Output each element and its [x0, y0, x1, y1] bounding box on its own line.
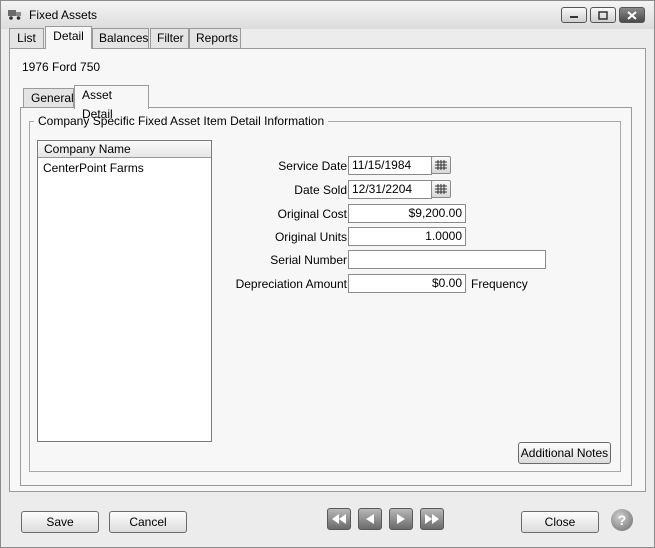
last-record-icon — [425, 514, 439, 524]
group-title: Company Specific Fixed Asset Item Detail… — [38, 114, 325, 128]
service-date-label: Service Date — [278, 159, 347, 173]
minimize-button[interactable] — [561, 7, 587, 23]
truck-icon — [8, 10, 21, 20]
next-record-button[interactable] — [389, 508, 413, 530]
minimize-icon — [570, 16, 578, 18]
tab-general[interactable]: General — [23, 88, 74, 108]
tab-filter[interactable]: Filter — [150, 28, 189, 48]
fixed-assets-window: Fixed Assets List Detail Balances Filter… — [0, 0, 655, 548]
frequency-label: Frequency — [471, 277, 528, 291]
title-bar: Fixed Assets — [1, 1, 654, 29]
cancel-button[interactable]: Cancel — [109, 511, 187, 533]
maximize-icon — [598, 10, 608, 20]
calendar-icon — [435, 160, 447, 170]
date-sold-label: Date Sold — [294, 183, 347, 197]
original-cost-field[interactable]: $9,200.00 — [348, 204, 466, 223]
depreciation-amount-field[interactable]: $0.00 — [348, 274, 466, 293]
close-window-button[interactable] — [619, 7, 645, 23]
tab-detail[interactable]: Detail — [45, 26, 92, 49]
save-button[interactable]: Save — [21, 511, 99, 533]
close-button[interactable]: Close — [521, 511, 599, 533]
date-sold-calendar-button[interactable] — [431, 180, 451, 198]
service-date-field[interactable]: 11/15/1984 — [348, 156, 432, 175]
next-record-icon — [397, 514, 405, 524]
close-icon — [627, 10, 637, 20]
tab-list[interactable]: List — [9, 28, 44, 48]
original-units-field[interactable]: 1.0000 — [348, 227, 466, 246]
help-icon[interactable]: ? — [611, 509, 633, 531]
asset-title: 1976 Ford 750 — [22, 60, 101, 74]
tab-balances[interactable]: Balances — [92, 28, 149, 48]
previous-record-button[interactable] — [358, 508, 382, 530]
first-record-button[interactable] — [327, 508, 351, 530]
depreciation-amount-label: Depreciation Amount — [235, 277, 347, 291]
date-sold-field[interactable]: 12/31/2204 — [348, 180, 432, 199]
column-header-company-name[interactable]: Company Name — [38, 141, 211, 158]
calendar-icon — [435, 184, 447, 194]
tab-reports[interactable]: Reports — [189, 28, 241, 48]
tab-asset-detail[interactable]: Asset Detail — [74, 85, 149, 121]
original-cost-label: Original Cost — [277, 207, 347, 221]
original-units-label: Original Units — [274, 230, 347, 244]
service-date-calendar-button[interactable] — [431, 156, 451, 174]
window-title: Fixed Assets — [29, 8, 98, 22]
additional-notes-button[interactable]: Additional Notes — [518, 442, 611, 464]
last-record-button[interactable] — [420, 508, 444, 530]
first-record-icon — [332, 514, 346, 524]
serial-number-label: Serial Number — [270, 253, 347, 267]
previous-record-icon — [366, 514, 374, 524]
serial-number-field[interactable] — [348, 250, 546, 269]
maximize-button[interactable] — [590, 7, 616, 23]
